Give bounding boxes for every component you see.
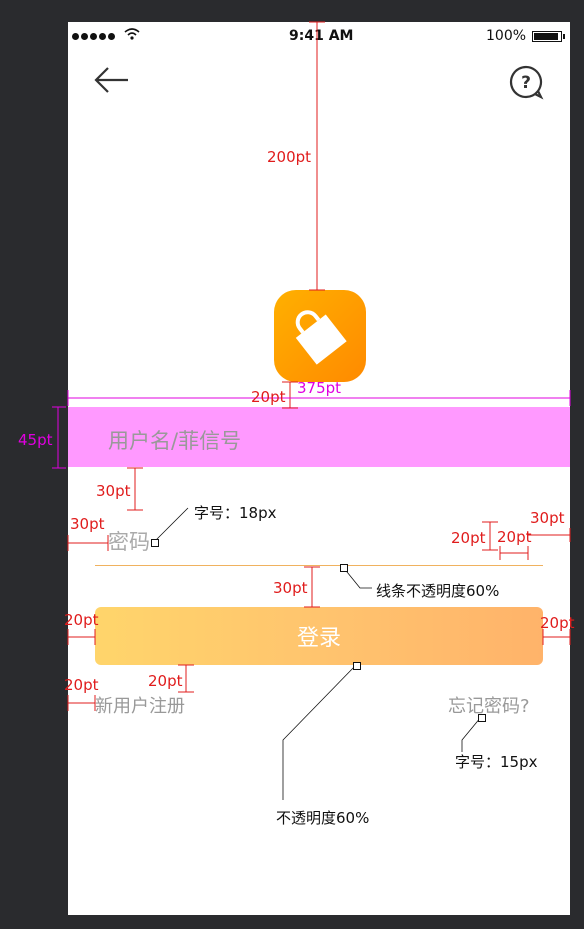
annotation-right-gap: 20pt xyxy=(497,528,532,546)
annotation-right-gap: 20pt xyxy=(451,529,486,547)
annotation-button-right: 20pt xyxy=(540,614,575,632)
annotation-width: 375pt xyxy=(297,379,342,397)
annotation-top-gap: 200pt xyxy=(267,148,312,166)
annotation-marker xyxy=(340,564,348,572)
annotation-field-height: 45pt xyxy=(18,431,53,449)
annotation-font-size: 字号：18px xyxy=(194,504,277,522)
annotation-field-gap: 30pt xyxy=(96,482,131,500)
annotation-line-gap: 30pt xyxy=(273,579,308,597)
annotation-logo-gap: 20pt xyxy=(251,388,286,406)
annotation-left-inset: 30pt xyxy=(70,515,105,533)
annotation-right-inset: 30pt xyxy=(530,509,565,527)
annotation-lines xyxy=(52,21,571,800)
annotation-marker xyxy=(353,662,361,670)
annotation-line-opacity: 线条不透明度60% xyxy=(376,582,500,600)
annotation-link-gap: 20pt xyxy=(148,672,183,690)
annotation-link-left: 20pt xyxy=(64,676,99,694)
annotation-marker xyxy=(151,539,159,547)
annotation-link-font-size: 字号：15px xyxy=(455,753,538,771)
annotation-marker xyxy=(478,714,486,722)
annotation-button-opacity: 不透明度60% xyxy=(276,809,370,827)
annotation-button-left: 20pt xyxy=(64,611,99,629)
